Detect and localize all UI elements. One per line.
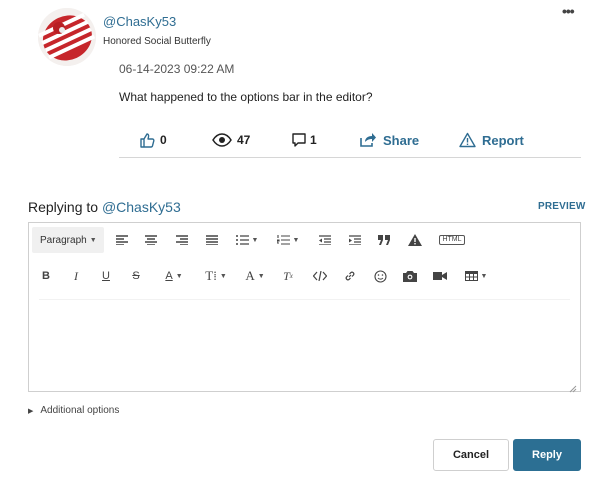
speech-bubble-icon <box>291 132 307 148</box>
align-right-icon[interactable] <box>173 225 191 255</box>
align-center-icon[interactable] <box>142 225 160 255</box>
photo-icon[interactable] <box>401 261 419 291</box>
outdent-icon[interactable] <box>316 225 334 255</box>
post-date: 06-14-2023 09:22 AM <box>119 62 235 76</box>
warning-icon <box>459 132 476 148</box>
reply-heading: Replying to @ChasKy53 <box>28 199 181 215</box>
underline-icon[interactable]: U <box>97 261 115 291</box>
paragraph-label: Paragraph <box>40 234 87 246</box>
code-icon[interactable] <box>311 261 329 291</box>
forum-post: @ChasKy53 Honored Social Butterfly ••• 0… <box>0 0 607 190</box>
chevron-down-icon: ▼ <box>257 272 265 280</box>
views-count: 47 <box>237 133 251 147</box>
video-icon[interactable] <box>431 261 449 291</box>
rich-text-editor: Paragraph ▼ ▼ ▼ HTML B I U S A ▼ T⁞ ▼ A … <box>28 222 581 393</box>
cancel-button[interactable]: Cancel <box>433 439 509 471</box>
username-link[interactable]: @ChasKy53 <box>103 14 176 29</box>
replies-count: 1 <box>310 133 317 147</box>
editor-toolbar-row-2: B I U S A ▼ T⁞ ▼ A ▼ Tx ▼ <box>29 261 580 291</box>
resize-handle-icon[interactable] <box>569 380 577 393</box>
preview-link[interactable]: PREVIEW <box>538 201 586 212</box>
replies-indicator[interactable]: 1 <box>291 130 317 150</box>
editor-content-area[interactable] <box>39 299 570 387</box>
editor-toolbar-row-1: Paragraph ▼ ▼ ▼ HTML <box>29 225 580 255</box>
more-options-icon[interactable]: ••• <box>562 4 578 20</box>
reply-button[interactable]: Reply <box>513 439 581 471</box>
additional-options-label: Additional options <box>40 405 120 416</box>
chevron-down-icon: ▼ <box>219 272 227 280</box>
report-button[interactable]: Report <box>459 130 524 150</box>
paragraph-format-dropdown[interactable]: Paragraph ▼ <box>32 227 104 253</box>
italic-icon[interactable]: I <box>67 261 85 291</box>
caret-right-icon: ▶ <box>28 407 34 415</box>
chevron-down-icon: ▼ <box>175 272 183 280</box>
text-color-icon[interactable]: A ▼ <box>157 261 191 291</box>
justify-icon[interactable] <box>203 225 221 255</box>
like-button[interactable]: 0 <box>139 130 167 150</box>
bullet-list-icon[interactable]: ▼ <box>233 225 261 255</box>
align-left-icon[interactable] <box>113 225 131 255</box>
indent-icon[interactable] <box>346 225 364 255</box>
link-icon[interactable] <box>341 261 359 291</box>
user-rank: Honored Social Butterfly <box>103 36 211 47</box>
views-indicator: 47 <box>212 130 250 150</box>
eye-icon <box>212 133 232 147</box>
spoiler-icon[interactable] <box>406 225 424 255</box>
chevron-down-icon: ▼ <box>89 236 97 244</box>
share-label: Share <box>383 132 420 148</box>
share-button[interactable]: Share <box>359 130 419 150</box>
bold-icon[interactable]: B <box>37 261 55 291</box>
reply-target-link[interactable]: @ChasKy53 <box>102 199 181 215</box>
clear-format-icon[interactable]: Tx <box>279 261 297 291</box>
html-label: HTML <box>439 235 465 245</box>
share-icon <box>359 132 377 148</box>
thumbs-up-icon <box>139 132 155 148</box>
post-actions-bar: 0 47 1 Share Report <box>119 130 581 158</box>
emoji-icon[interactable] <box>371 261 389 291</box>
strikethrough-icon[interactable]: S <box>127 261 145 291</box>
like-count: 0 <box>160 133 167 147</box>
html-icon[interactable]: HTML <box>436 225 468 255</box>
additional-options-toggle[interactable]: ▶ Additional options <box>28 405 119 416</box>
report-label: Report <box>482 132 524 148</box>
text-style-icon[interactable]: T⁞ ▼ <box>201 261 231 291</box>
font-size-icon[interactable]: A ▼ <box>240 261 270 291</box>
chevron-down-icon: ▼ <box>292 236 300 244</box>
chevron-down-icon: ▼ <box>251 236 259 244</box>
numbered-list-icon[interactable]: ▼ <box>274 225 302 255</box>
post-body: What happened to the options bar in the … <box>119 90 373 104</box>
avatar[interactable] <box>38 8 96 66</box>
chevron-down-icon: ▼ <box>480 272 488 280</box>
reply-prefix: Replying to <box>28 199 102 215</box>
blockquote-icon[interactable] <box>375 225 393 255</box>
table-icon[interactable]: ▼ <box>461 261 491 291</box>
